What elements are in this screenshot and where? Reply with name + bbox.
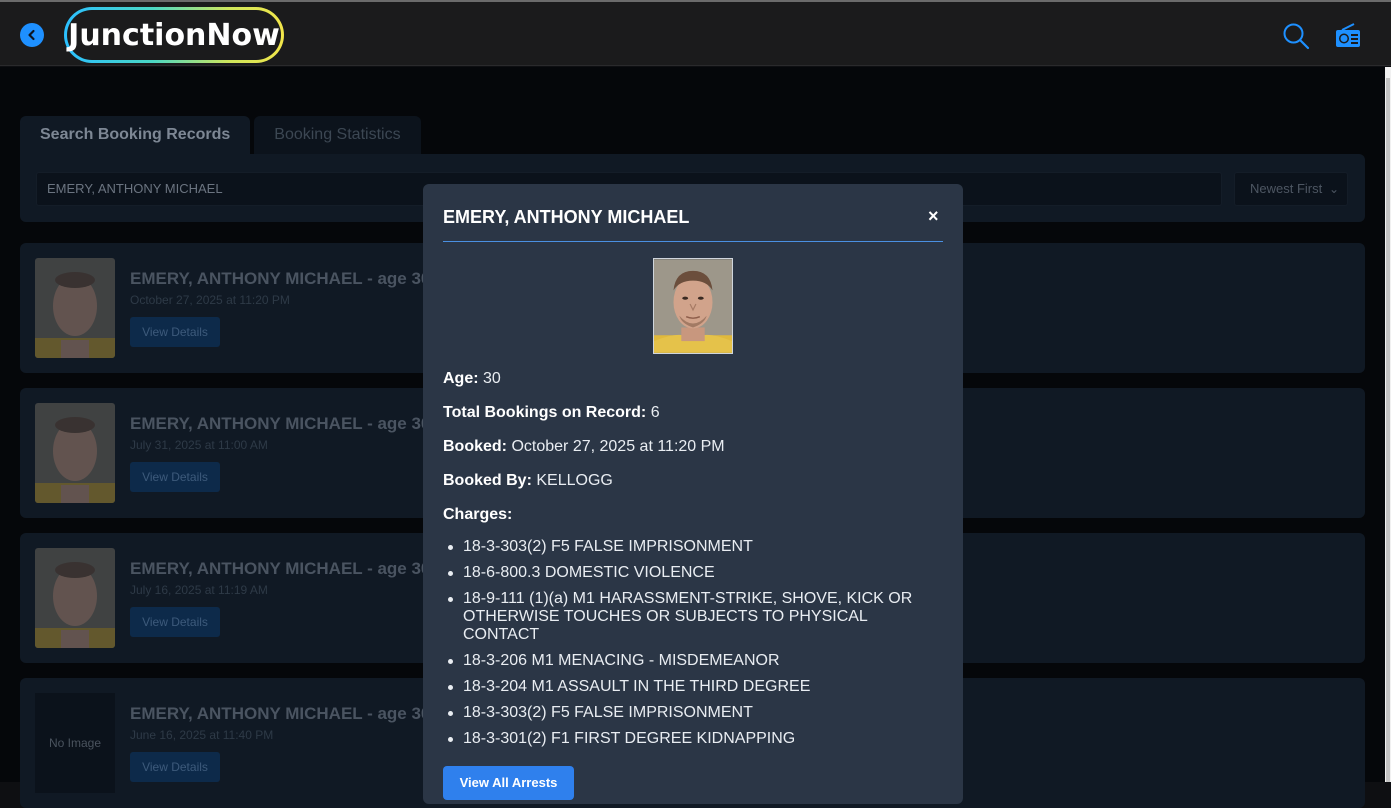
charge-item: 18-3-301(2) F1 FIRST DEGREE KIDNAPPING — [448, 730, 943, 748]
result-name: EMERY, ANTHONY MICHAEL - age 30 — [130, 559, 431, 578]
total-bookings-value: 6 — [650, 404, 660, 421]
result-date: July 31, 2025 at 11:00 AM — [130, 438, 268, 452]
sort-select-value: Newest First — [1250, 181, 1323, 196]
tab-bar: Search Booking Records Booking Statistic… — [20, 116, 421, 154]
view-details-button[interactable]: View Details — [130, 607, 220, 637]
age-label: Age: — [443, 370, 479, 387]
booked-field: Booked: October 27, 2025 at 11:20 PM — [443, 438, 725, 456]
booked-by-value: KELLOGG — [536, 472, 613, 489]
modal-title: EMERY, ANTHONY MICHAEL — [443, 207, 690, 227]
charge-item: 18-3-303(2) F5 FALSE IMPRISONMENT — [448, 538, 943, 556]
result-date: July 16, 2025 at 11:19 AM — [130, 583, 268, 597]
sort-select[interactable]: Newest First ⌄ — [1234, 172, 1348, 206]
view-details-button[interactable]: View Details — [130, 752, 220, 782]
back-button[interactable] — [20, 23, 44, 47]
result-date: June 16, 2025 at 11:40 PM — [130, 728, 274, 742]
charge-item: 18-3-206 M1 MENACING - MISDEMEANOR — [448, 652, 943, 670]
mugshot-thumbnail[interactable] — [35, 258, 115, 358]
age-value: 30 — [483, 370, 501, 387]
scrollbar-thumb[interactable] — [1386, 78, 1390, 782]
charge-item: 18-3-303(2) F5 FALSE IMPRISONMENT — [448, 704, 943, 722]
no-image-placeholder: No Image — [35, 693, 115, 793]
booked-label: Booked: — [443, 438, 507, 455]
mugshot-photo — [653, 258, 733, 354]
booked-by-field: Booked By: KELLOGG — [443, 472, 613, 490]
mugshot-thumbnail[interactable] — [35, 403, 115, 503]
modal-divider — [443, 241, 943, 242]
age-field: Age: 30 — [443, 370, 501, 388]
view-all-arrests-button[interactable]: View All Arrests — [443, 766, 574, 800]
result-name: EMERY, ANTHONY MICHAEL - age 30 — [130, 414, 431, 433]
charges-heading: Charges: — [443, 506, 512, 524]
logo-text: JunctionNow — [67, 10, 281, 60]
charge-item: 18-3-204 M1 ASSAULT IN THE THIRD DEGREE — [448, 678, 943, 696]
booked-by-label: Booked By: — [443, 472, 532, 489]
result-date: October 27, 2025 at 11:20 PM — [130, 293, 290, 307]
result-name: EMERY, ANTHONY MICHAEL - age 30 — [130, 269, 431, 288]
charge-item: 18-6-800.3 DOMESTIC VIOLENCE — [448, 564, 943, 582]
logo[interactable]: JunctionNow — [64, 7, 284, 63]
chevron-down-icon: ⌄ — [1328, 182, 1339, 196]
view-details-button[interactable]: View Details — [130, 317, 220, 347]
tab-booking-statistics[interactable]: Booking Statistics — [254, 116, 421, 154]
result-name: EMERY, ANTHONY MICHAEL - age 30 — [130, 704, 431, 723]
charge-item: 18-9-111 (1)(a) M1 HARASSMENT-STRIKE, SH… — [448, 590, 943, 644]
chevron-left-icon — [28, 29, 35, 41]
mugshot-thumbnail[interactable] — [35, 548, 115, 648]
charges-label: Charges: — [443, 506, 513, 523]
tab-search-booking-records[interactable]: Search Booking Records — [20, 116, 251, 154]
search-icon[interactable] — [1282, 22, 1310, 50]
charges-list: 18-3-303(2) F5 FALSE IMPRISONMENT 18-6-8… — [443, 538, 943, 756]
booking-details-modal: EMERY, ANTHONY MICHAEL × Age: 30 Total B… — [423, 184, 963, 804]
top-bar: JunctionNow — [0, 0, 1391, 66]
total-bookings-label: Total Bookings on Record: — [443, 404, 647, 421]
close-icon[interactable]: × — [928, 206, 939, 227]
radio-icon[interactable] — [1334, 23, 1362, 49]
booked-value: October 27, 2025 at 11:20 PM — [511, 438, 725, 455]
view-details-button[interactable]: View Details — [130, 462, 220, 492]
total-bookings-field: Total Bookings on Record: 6 — [443, 404, 660, 422]
